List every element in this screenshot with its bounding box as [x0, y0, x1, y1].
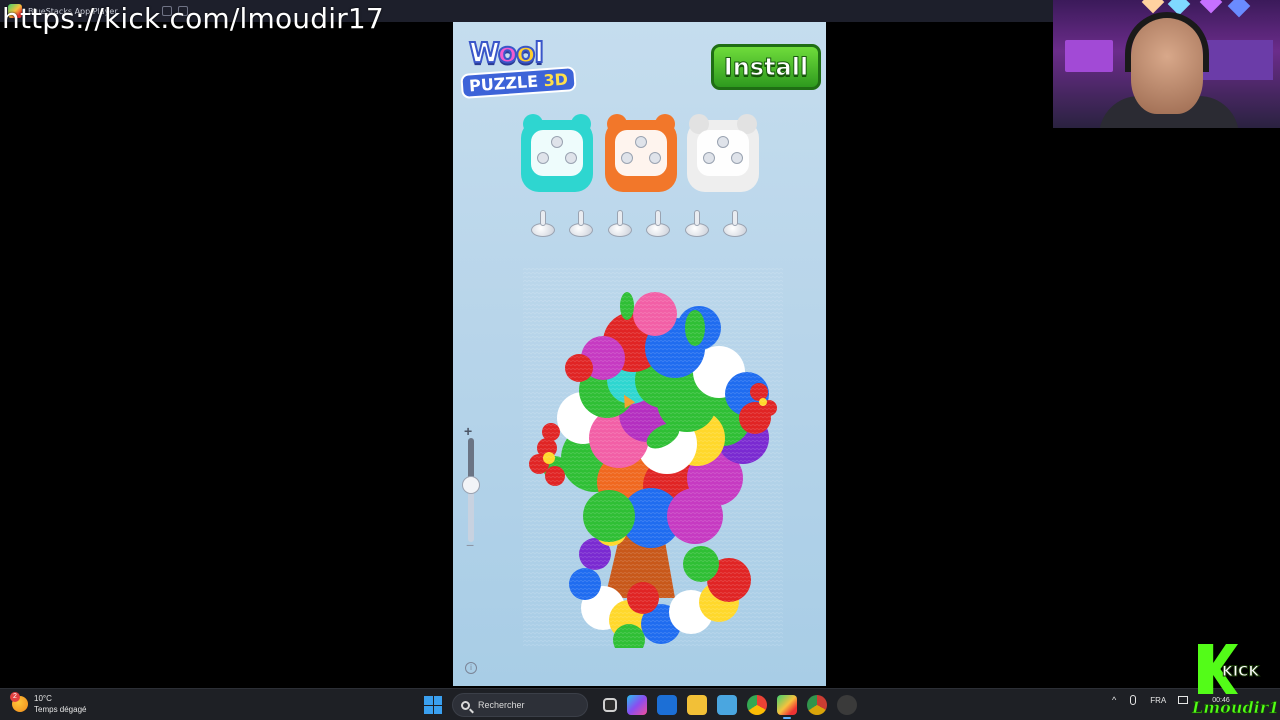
notepad-icon[interactable] — [717, 695, 737, 715]
windows-taskbar: 2 10°C Temps dégagé Rechercher ^ FRA 00:… — [0, 688, 1280, 720]
file-explorer-icon[interactable] — [687, 695, 707, 715]
peg — [649, 152, 661, 164]
kick-watermark: KICK Lmoudir17 — [1192, 644, 1280, 720]
kick-text: KICK — [1221, 664, 1260, 681]
obs-icon[interactable] — [837, 695, 857, 715]
weather-widget[interactable]: 2 10°C Temps dégagé — [10, 692, 87, 715]
knit-texture — [523, 268, 783, 648]
headset — [1125, 12, 1209, 72]
wool-puzzle-logo: Wool PUZZLE 3D — [460, 35, 581, 100]
signature: Lmoudir17 — [1192, 698, 1280, 718]
bluestacks-taskbar-icon[interactable] — [777, 695, 797, 719]
weather-sun-icon: 2 — [10, 692, 28, 712]
copilot-icon[interactable] — [627, 695, 647, 715]
windows-start-icon[interactable] — [424, 696, 442, 714]
language-indicator[interactable]: FRA — [1150, 696, 1166, 705]
taskbar-search[interactable]: Rechercher — [452, 693, 588, 717]
wool-box-orange[interactable] — [605, 114, 677, 192]
zoom-in-icon[interactable]: + — [464, 424, 472, 438]
screen: BlueStacks App Player https://kick.com/l… — [0, 0, 1280, 720]
weather-temp: 10°C — [34, 694, 52, 703]
peg — [635, 136, 647, 148]
peg — [621, 152, 633, 164]
search-icon — [461, 700, 470, 710]
tray-chevron-icon[interactable]: ^ — [1112, 695, 1116, 705]
display-icon[interactable] — [1178, 696, 1189, 704]
empty-holder-slot[interactable] — [531, 210, 555, 240]
streamer-webcam — [1053, 0, 1280, 128]
store-icon[interactable] — [657, 695, 677, 715]
info-icon[interactable]: i — [465, 662, 477, 674]
stream-url-overlay: https://kick.com/lmoudir17 — [2, 2, 384, 35]
monitor — [1203, 40, 1273, 80]
zoom-out-icon[interactable]: − — [466, 538, 474, 552]
search-label: Rechercher — [478, 700, 525, 710]
empty-holder-slot[interactable] — [723, 210, 747, 240]
game-viewport[interactable]: Wool PUZZLE 3D Install + − i — [453, 22, 826, 686]
zoom-knob[interactable] — [462, 475, 480, 494]
weather-desc: Temps dégagé — [34, 705, 87, 714]
microphone-icon[interactable] — [1130, 695, 1137, 705]
hex-light — [1199, 0, 1223, 14]
peg — [703, 152, 715, 164]
empty-holder-slot[interactable] — [608, 210, 632, 240]
chrome-profile-icon[interactable] — [807, 695, 827, 715]
wool-tree-model[interactable] — [523, 268, 783, 648]
peg — [551, 136, 563, 148]
empty-holder-slot[interactable] — [685, 210, 709, 240]
zoom-slider[interactable]: + − — [462, 424, 480, 552]
peg — [717, 136, 729, 148]
monitor — [1065, 40, 1113, 72]
peg — [565, 152, 577, 164]
wool-box-cyan[interactable] — [521, 114, 593, 192]
task-view-icon[interactable] — [603, 698, 617, 712]
wool-box-white[interactable] — [687, 114, 759, 192]
empty-holder-slot[interactable] — [646, 210, 670, 240]
hex-light — [1227, 0, 1251, 18]
peg — [537, 152, 549, 164]
notification-badge: 2 — [10, 692, 20, 702]
empty-holder-slot[interactable] — [569, 210, 593, 240]
chrome-icon[interactable] — [747, 695, 767, 715]
peg — [731, 152, 743, 164]
install-button[interactable]: Install — [711, 44, 821, 90]
